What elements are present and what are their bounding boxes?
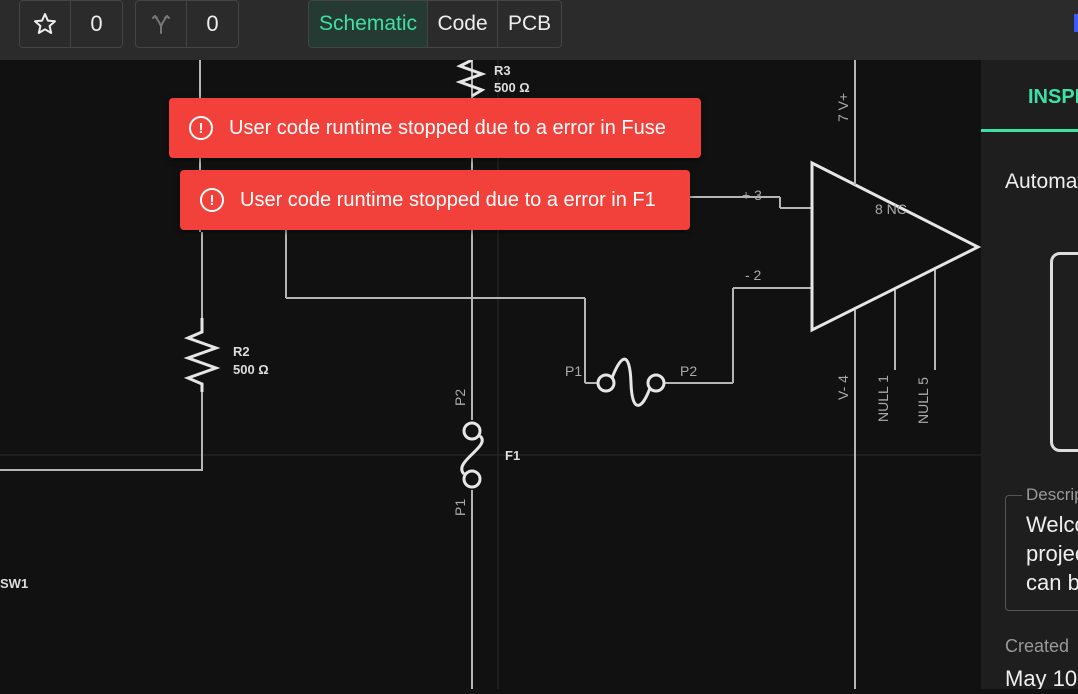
f1-pin2-label: P2: [452, 389, 468, 406]
fork-count: 0: [206, 11, 219, 36]
blue-indicator: [1074, 14, 1078, 32]
automatic-label: Automatic: [1005, 170, 1078, 193]
tab-inspect[interactable]: INSPECT: [981, 60, 1078, 132]
fuse-pin1-label: P1: [565, 363, 582, 379]
r3-value: 500 Ω: [494, 80, 530, 95]
opamp-inminus-label: - 2: [745, 267, 762, 283]
fuse-component: [596, 357, 666, 407]
f1-pin1-label: P1: [452, 499, 468, 516]
tab-code[interactable]: Code: [428, 1, 499, 47]
opamp-null1-label: NULL 1: [875, 375, 891, 422]
tab-pcb[interactable]: PCB: [498, 1, 561, 47]
opamp-vminus-label: V- 4: [835, 375, 851, 400]
r2-resistor: [183, 318, 221, 392]
star-button[interactable]: [20, 1, 72, 47]
r3-label: R3: [494, 63, 511, 78]
opamp-null5-label: NULL 5: [915, 377, 931, 424]
description-field[interactable]: Description Welcome to your project! You…: [1005, 485, 1078, 611]
view-tabs: Schematic Code PCB: [308, 0, 562, 48]
opamp-nc-label: 8 NC: [875, 201, 907, 217]
description-text: Welcome to your project! You can build: [1026, 512, 1078, 595]
fuse-pin2-label: P2: [680, 363, 697, 379]
error-icon: !: [200, 188, 224, 212]
fork-button-group: 0: [135, 0, 239, 48]
f1-label: F1: [505, 448, 520, 463]
star-icon: [34, 13, 56, 34]
tab-schematic[interactable]: Schematic: [309, 1, 429, 47]
star-count: 0: [90, 11, 103, 36]
error-toast-fuse[interactable]: ! User code runtime stopped due to a err…: [169, 98, 701, 158]
toast-message: User code runtime stopped due to a error…: [229, 116, 666, 139]
inspector-panel: INSPECT Automatic Description Welcome to…: [981, 60, 1078, 689]
toast-message: User code runtime stopped due to a error…: [240, 188, 656, 211]
top-toolbar: 0 0 Schematic Code PCB: [0, 0, 1078, 60]
created-label: Created: [1005, 636, 1070, 656]
r2-label: R2: [233, 344, 250, 359]
description-label: Description: [1022, 485, 1078, 505]
opamp-vplus-label: 7 V+: [835, 93, 851, 122]
fork-icon: [152, 15, 170, 34]
created-value: May 10: [1005, 666, 1078, 689]
error-toast-f1[interactable]: ! User code runtime stopped due to a err…: [180, 170, 690, 230]
sw1-label: SW1: [0, 576, 28, 591]
r2-value: 500 Ω: [233, 362, 269, 377]
component-preview: [1050, 252, 1078, 452]
fork-button[interactable]: [136, 1, 188, 47]
star-button-group: 0: [19, 0, 123, 48]
error-icon: !: [189, 116, 213, 140]
opamp-inplus-label: + 3: [742, 187, 762, 203]
